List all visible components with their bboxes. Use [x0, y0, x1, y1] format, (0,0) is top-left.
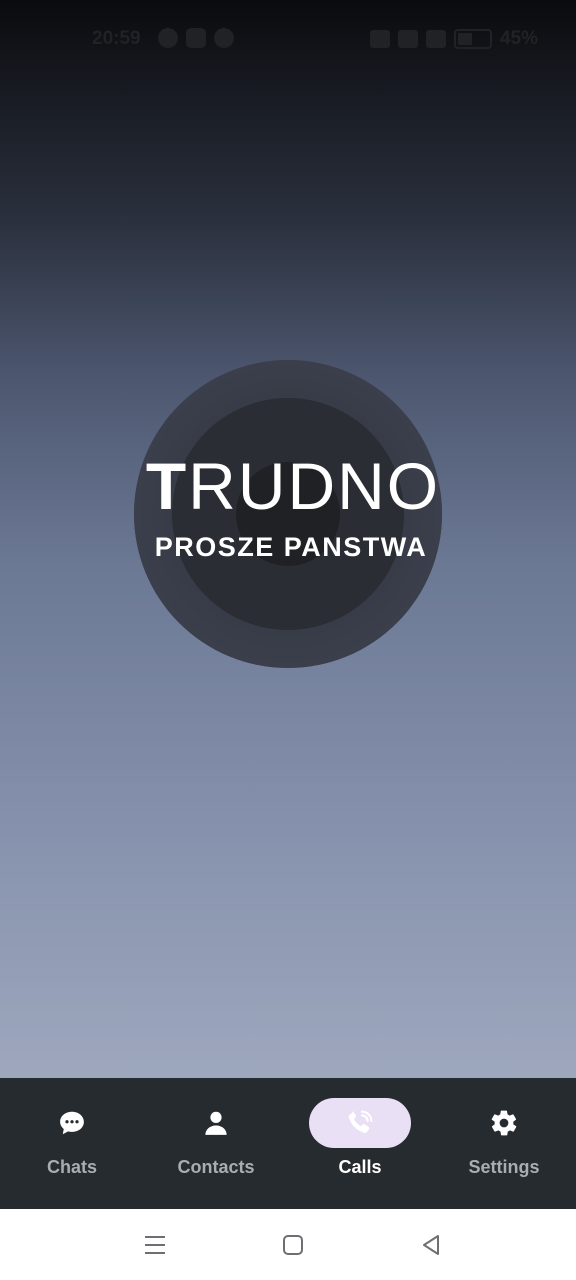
messenger-icon	[158, 28, 178, 48]
vibrate-icon	[369, 30, 390, 48]
status-system-icons: 45%	[369, 28, 538, 50]
home-icon[interactable]	[273, 1229, 313, 1261]
app-icon	[214, 28, 234, 48]
status-app-icons	[158, 28, 234, 48]
screen: 20:59 45% TRUDNO PROSZE PANSTWA Chats Co…	[0, 0, 576, 1280]
nav-item-chats[interactable]: Chats	[0, 1078, 144, 1209]
person-icon	[165, 1098, 267, 1148]
bottom-navigation: Chats Contacts Calls Settings	[0, 1078, 576, 1209]
chat-bubble-icon	[21, 1098, 123, 1148]
nav-label-chats: Chats	[46, 1157, 97, 1177]
logo-title: TRUDNO	[0, 450, 576, 522]
battery-percent: 45%	[499, 28, 538, 49]
recents-icon[interactable]	[135, 1229, 175, 1261]
nav-item-contacts[interactable]: Contacts	[144, 1078, 288, 1209]
logo-title-first-letter: T	[145, 449, 189, 523]
logo-subtitle: PROSZE PANSTWA	[154, 532, 428, 562]
phone-icon	[309, 1098, 411, 1148]
back-icon[interactable]	[411, 1229, 451, 1261]
battery-icon	[453, 29, 492, 49]
profile-background: 20:59 45% TRUDNO PROSZE PANSTWA	[0, 0, 576, 1078]
nav-item-settings[interactable]: Settings	[432, 1078, 576, 1209]
nav-label-calls: Calls	[338, 1157, 382, 1177]
gear-icon	[453, 1098, 555, 1148]
logo-title-rest: RUDNO	[188, 449, 441, 523]
status-time: 20:59	[92, 28, 141, 49]
instagram-icon	[186, 28, 206, 48]
nav-item-calls[interactable]: Calls	[288, 1078, 432, 1209]
wifi-icon	[397, 30, 418, 48]
nav-label-contacts: Contacts	[177, 1157, 255, 1177]
system-navigation-bar	[0, 1209, 576, 1280]
status-bar: 20:59 45%	[0, 0, 576, 78]
signal-icon	[425, 30, 446, 48]
nav-label-settings: Settings	[468, 1157, 540, 1177]
